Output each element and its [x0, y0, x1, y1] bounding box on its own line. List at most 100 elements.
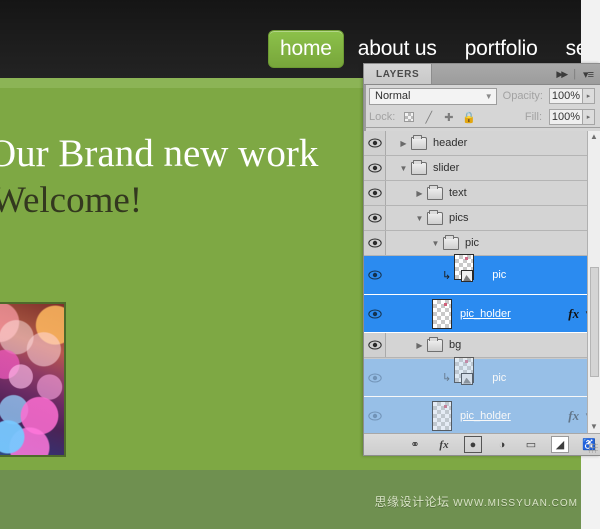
eye-icon[interactable] — [364, 263, 386, 287]
layer-name: slider — [433, 162, 460, 174]
scrollbar-thumb[interactable] — [590, 266, 599, 377]
layer-name: pic_holder — [460, 409, 511, 422]
scroll-up-icon[interactable]: ▲ — [590, 131, 598, 143]
opacity-label: Opacity: — [502, 90, 543, 102]
panel-tab-tools[interactable]: ▶▶ | ▾≡ — [556, 64, 600, 84]
layers-panel[interactable]: LAYERS ▶▶ | ▾≡ Normal ▼ Opacity: 100% ▸ … — [363, 63, 600, 456]
blend-mode-value: Normal — [375, 90, 411, 102]
panel-tabbar[interactable]: LAYERS ▶▶ | ▾≡ — [364, 64, 600, 85]
layer-row-pic-drag-ghost[interactable]: ↲ pic — [364, 356, 600, 397]
disclosure-expanded-icon[interactable]: ▼ — [430, 239, 441, 248]
lock-all-icon[interactable]: 🔒 — [462, 111, 476, 124]
layer-row-body[interactable]: ▼ pic — [386, 231, 600, 255]
eye-icon[interactable] — [364, 131, 386, 155]
blend-mode-select[interactable]: Normal ▼ — [369, 87, 497, 105]
fill-value[interactable]: 100% — [549, 109, 583, 125]
layer-name: pic — [492, 269, 507, 281]
fill-field-group[interactable]: 100% ▸ — [549, 109, 595, 125]
layer-style-fx-icon[interactable]: fx — [435, 436, 453, 453]
layer-row-body[interactable]: pic_holder fx▼ — [386, 397, 600, 433]
clipping-mask-icon: ↲ — [442, 372, 452, 384]
lock-position-icon[interactable]: ✚ — [442, 111, 455, 124]
eye-icon[interactable] — [364, 231, 386, 255]
disclosure-collapsed-icon[interactable]: ▶ — [398, 139, 409, 148]
folder-icon — [427, 184, 443, 200]
panel-menu-icon[interactable]: ▾≡ — [583, 68, 594, 81]
add-mask-icon[interactable]: ● — [464, 436, 482, 453]
fill-label: Fill: — [524, 111, 542, 123]
blend-mode-row[interactable]: Normal ▼ Opacity: 100% ▸ — [364, 85, 600, 107]
watermark-cn: 思缘设计论坛 — [374, 495, 450, 509]
new-layer-icon[interactable]: ◢ — [551, 436, 569, 453]
eye-icon[interactable] — [364, 366, 386, 390]
layer-list-scrollbar[interactable]: ▲ ▼ — [587, 131, 600, 433]
layer-row-body[interactable]: ▶ text — [386, 181, 600, 205]
layer-row-body[interactable]: ↲ pic — [386, 356, 600, 396]
layer-row-pic-group[interactable]: ▼ pic — [364, 231, 600, 256]
eye-icon[interactable] — [364, 404, 386, 428]
layer-name: pics — [449, 212, 469, 224]
folder-icon — [427, 209, 443, 225]
folder-icon — [411, 134, 427, 150]
layer-thumbnail[interactable] — [452, 254, 484, 292]
folder-icon — [443, 234, 459, 250]
layer-name: pic — [465, 237, 480, 249]
folder-icon — [411, 159, 427, 175]
disclosure-expanded-icon[interactable]: ▼ — [398, 164, 409, 173]
layer-row-body[interactable]: ▼ slider — [386, 156, 600, 180]
layer-list[interactable]: ▶ header ▼ slider ▶ text ▼ pics ▼ pic ↲ … — [364, 131, 600, 433]
eye-icon[interactable] — [364, 206, 386, 230]
scroll-down-icon[interactable]: ▼ — [590, 421, 598, 433]
lock-label: Lock: — [369, 111, 396, 123]
layers-panel-footer[interactable]: ⚭ fx ● ◑ ▭ ◢ ♿ — [364, 433, 600, 455]
eye-icon[interactable] — [364, 333, 386, 357]
layer-thumbnail[interactable] — [432, 400, 452, 431]
collapse-arrows-icon[interactable]: ▶▶ — [556, 69, 568, 80]
chevron-down-icon: ▼ — [484, 91, 493, 101]
layer-name: pic_holder — [460, 307, 511, 320]
lock-transparency-icon[interactable] — [402, 111, 415, 124]
layer-row-body[interactable]: ▶ header — [386, 131, 600, 155]
layer-name: pic — [492, 371, 507, 384]
layer-row-bg[interactable]: ▶ bg — [364, 333, 600, 358]
layer-name: bg — [449, 339, 462, 351]
link-layers-icon[interactable]: ⚭ — [406, 436, 424, 453]
layer-row-pic-selected[interactable]: ↲ pic — [364, 254, 600, 295]
lock-row[interactable]: Lock: ╱ ✚ 🔒 Fill: 100% ▸ — [364, 107, 600, 128]
eye-icon[interactable] — [364, 181, 386, 205]
eye-icon[interactable] — [364, 302, 386, 326]
bokeh-photo-image — [0, 304, 64, 455]
fill-stepper[interactable]: ▸ — [583, 109, 595, 125]
disclosure-collapsed-icon[interactable]: ▶ — [414, 341, 425, 350]
opacity-field-group[interactable]: 100% ▸ — [549, 88, 595, 104]
layer-row-body[interactable]: ▶ bg — [386, 333, 600, 357]
watermark-url: WWW.MISSYUAN.COM — [453, 498, 578, 509]
tab-layers[interactable]: LAYERS — [364, 64, 433, 84]
layer-thumbnail[interactable] — [432, 298, 452, 329]
layer-row-pics[interactable]: ▼ pics — [364, 206, 600, 231]
layer-row-slider[interactable]: ▼ slider — [364, 156, 600, 181]
layer-thumbnail[interactable] — [452, 356, 484, 395]
layer-name: header — [433, 137, 468, 149]
nav-item-home[interactable]: home — [268, 30, 344, 68]
layer-name: text — [449, 187, 467, 199]
disclosure-collapsed-icon[interactable]: ▶ — [414, 189, 425, 198]
watermark: 思缘设计论坛 WWW.MISSYUAN.COM — [375, 493, 578, 510]
lock-image-icon[interactable]: ╱ — [422, 111, 435, 124]
resize-grip[interactable] — [588, 443, 598, 453]
layer-row-header[interactable]: ▶ header — [364, 131, 600, 156]
layer-row-body[interactable]: ↲ pic — [386, 254, 600, 294]
layer-row-text[interactable]: ▶ text — [364, 181, 600, 206]
opacity-stepper[interactable]: ▸ — [583, 88, 595, 104]
layer-row-pic-holder-selected[interactable]: pic_holder fx▼ — [364, 295, 600, 333]
adjustment-layer-icon[interactable]: ◑ — [493, 436, 511, 453]
new-group-icon[interactable]: ▭ — [522, 436, 540, 453]
layer-row-body[interactable]: pic_holder fx▼ — [386, 295, 600, 332]
opacity-value[interactable]: 100% — [549, 88, 583, 104]
layer-row-body[interactable]: ▼ pics — [386, 206, 600, 230]
eye-icon[interactable] — [364, 156, 386, 180]
folder-icon — [427, 336, 443, 352]
clipping-mask-icon: ↲ — [442, 269, 452, 282]
layer-row-pic-holder-drag-ghost[interactable]: pic_holder fx▼ — [364, 397, 600, 433]
disclosure-expanded-icon[interactable]: ▼ — [414, 214, 425, 223]
